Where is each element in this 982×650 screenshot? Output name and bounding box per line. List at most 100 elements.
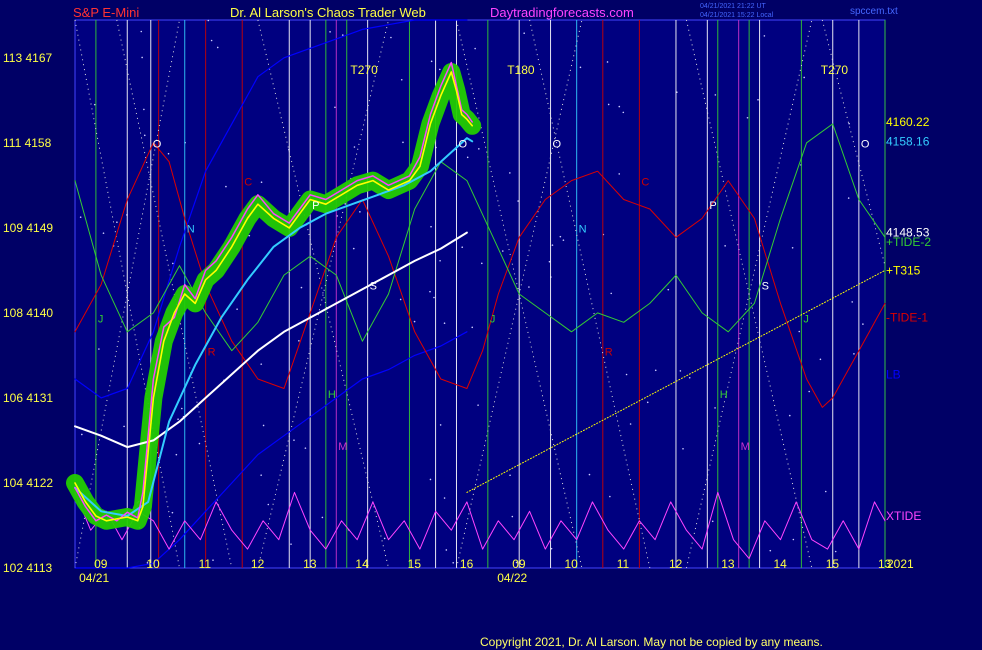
y-tick-label: 109 4149: [3, 221, 53, 235]
star-dot: [260, 474, 262, 476]
star-dot: [461, 246, 464, 249]
star-dot: [808, 390, 810, 393]
y-tick-label: 111 4158: [3, 136, 52, 150]
star-dot: [329, 31, 331, 33]
star-dot: [430, 225, 432, 228]
star-dot: [757, 98, 759, 101]
star-dot: [430, 60, 433, 63]
star-dot: [851, 301, 853, 303]
event-label: S: [370, 280, 377, 292]
event-label: N: [187, 224, 195, 236]
timestamp-local: 04/21/2021 15:22 Local: [700, 12, 774, 19]
event-label: R: [605, 346, 613, 358]
right-series-label: XTIDE: [886, 509, 921, 523]
star-dot: [443, 497, 446, 499]
x-tick-label: 12: [251, 557, 265, 571]
star-dot: [559, 235, 562, 238]
star-dot: [528, 286, 530, 288]
star-dot: [439, 424, 442, 426]
file-name: spccem.txt: [850, 6, 898, 17]
star-dot: [562, 239, 565, 241]
y-tick-label: 102 4113: [3, 561, 52, 575]
star-dot: [400, 78, 403, 81]
star-dot: [262, 424, 265, 427]
star-dot: [478, 148, 480, 150]
star-dot: [352, 247, 355, 250]
star-dot: [171, 511, 174, 514]
x-tick-label: 13: [721, 557, 735, 571]
star-dot: [471, 326, 474, 329]
x-tick-label: 10: [564, 557, 578, 571]
star-dot: [102, 232, 105, 234]
star-dot: [798, 330, 801, 333]
star-dot: [688, 376, 691, 379]
x-tick-label: 15: [826, 557, 840, 571]
event-label: P: [709, 200, 716, 212]
star-dot: [260, 181, 263, 184]
x-tick-label: 09: [94, 557, 108, 571]
x-tick-label: 14: [773, 557, 787, 571]
star-dot: [216, 46, 219, 49]
star-dot: [606, 61, 609, 63]
x-tick-label: 14: [355, 557, 369, 571]
y-tick-label: 108 4140: [3, 306, 53, 320]
event-label: P: [312, 200, 319, 212]
star-dot: [501, 250, 504, 252]
star-dot: [236, 308, 238, 310]
star-dot: [517, 200, 519, 202]
star-dot: [714, 94, 717, 96]
x-tick-label: 13: [303, 557, 317, 571]
star-dot: [429, 290, 431, 293]
event-label: M: [338, 441, 347, 453]
star-dot: [474, 47, 476, 50]
star-dot: [509, 474, 511, 477]
star-dot: [788, 414, 791, 417]
star-dot: [140, 30, 143, 33]
star-dot: [853, 353, 855, 355]
star-dot: [341, 34, 344, 36]
star-dot: [123, 425, 125, 428]
year-label: 2021: [887, 557, 914, 571]
star-dot: [443, 322, 446, 325]
right-series-label: 4158.16: [886, 134, 930, 148]
star-dot: [618, 105, 621, 108]
star-dot: [509, 172, 511, 174]
star-dot: [225, 185, 227, 188]
star-dot: [267, 503, 270, 506]
x-tick-label: 15: [408, 557, 422, 571]
y-tick-label: 113 4167: [3, 51, 52, 65]
star-dot: [290, 543, 292, 545]
star-dot: [824, 490, 827, 493]
x-tick-label: 09: [512, 557, 526, 571]
event-label: N: [579, 224, 587, 236]
star-dot: [293, 439, 295, 441]
star-dot: [588, 473, 591, 476]
star-dot: [847, 197, 850, 199]
site-link[interactable]: Daytradingforecasts.com: [490, 5, 634, 20]
top-marker-label: T270: [350, 63, 378, 77]
event-label: S: [762, 280, 769, 292]
star-dot: [746, 116, 749, 119]
star-dot: [210, 39, 213, 42]
star-dot: [609, 495, 611, 498]
x-tick-label: 12: [669, 557, 683, 571]
star-dot: [298, 340, 300, 342]
star-dot: [383, 537, 386, 540]
event-label: R: [208, 346, 216, 358]
star-dot: [803, 76, 805, 79]
star-dot: [172, 262, 174, 265]
star-dot: [198, 442, 201, 445]
right-series-label: -TIDE-1: [886, 311, 928, 325]
star-dot: [116, 221, 118, 224]
y-tick-label: 104 4122: [3, 476, 53, 490]
star-dot: [714, 407, 716, 409]
event-label: J: [803, 313, 809, 325]
x-tick-label: 11: [199, 557, 212, 571]
star-dot: [862, 323, 864, 325]
star-dot: [79, 216, 82, 218]
star-dot: [792, 538, 795, 541]
star-dot: [304, 447, 307, 449]
event-label: H: [720, 389, 728, 401]
event-label: J: [98, 313, 104, 325]
star-dot: [481, 262, 483, 265]
